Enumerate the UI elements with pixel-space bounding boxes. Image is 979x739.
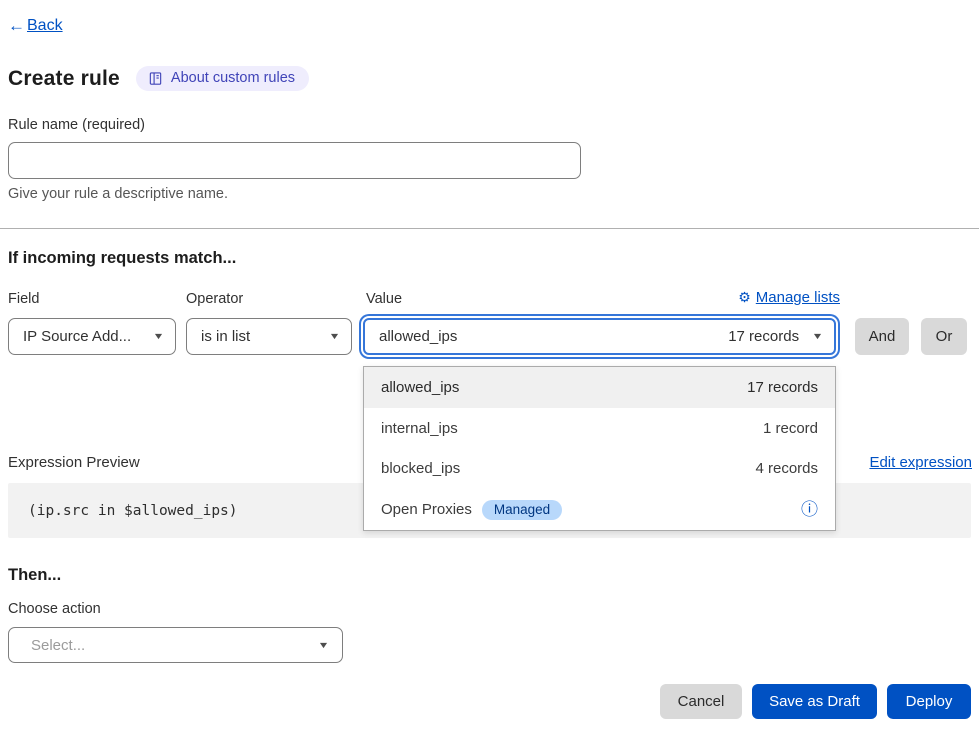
managed-badge: Managed bbox=[482, 500, 562, 520]
list-item-name: blocked_ips bbox=[381, 460, 460, 477]
back-link-label: Back bbox=[27, 17, 63, 35]
gear-icon: ⚙ bbox=[738, 289, 751, 306]
manage-lists-label: Manage lists bbox=[756, 289, 840, 306]
list-item-record-count: 1 record bbox=[763, 420, 818, 437]
info-icon[interactable]: ⓘ bbox=[801, 501, 818, 518]
operator-select-value: is in list bbox=[201, 328, 250, 345]
list-item-allowed-ips[interactable]: allowed_ips 17 records bbox=[364, 367, 835, 408]
edit-expression-link[interactable]: Edit expression bbox=[869, 454, 972, 471]
save-as-draft-button[interactable]: Save as Draft bbox=[752, 684, 877, 719]
action-select[interactable]: Select... ▼ bbox=[8, 627, 343, 663]
rule-name-label: Rule name (required) bbox=[8, 117, 145, 133]
title-row: Create rule About custom rules bbox=[8, 66, 309, 91]
value-select-value: allowed_ips bbox=[379, 328, 457, 345]
field-select-value: IP Source Add... bbox=[23, 328, 131, 345]
rule-name-helper: Give your rule a descriptive name. bbox=[8, 186, 228, 202]
chevron-down-icon: ▼ bbox=[329, 332, 341, 341]
value-select-record-count: 17 records bbox=[728, 328, 799, 345]
field-select[interactable]: IP Source Add... ▼ bbox=[8, 318, 176, 355]
back-link[interactable]: ←Back bbox=[8, 16, 63, 36]
then-section-heading: Then... bbox=[8, 566, 61, 585]
list-item-name: Open Proxies bbox=[381, 501, 472, 518]
chevron-down-icon: ▼ bbox=[153, 332, 165, 341]
rule-name-input[interactable] bbox=[8, 142, 581, 179]
page-title: Create rule bbox=[8, 67, 120, 91]
list-item-blocked-ips[interactable]: blocked_ips 4 records bbox=[364, 449, 835, 490]
list-item-record-count: 4 records bbox=[755, 460, 818, 477]
about-custom-rules-label: About custom rules bbox=[171, 70, 295, 86]
list-item-name: internal_ips bbox=[381, 420, 458, 437]
list-item-name: allowed_ips bbox=[381, 379, 459, 396]
manage-lists-link[interactable]: ⚙ Manage lists bbox=[363, 289, 840, 306]
match-section-heading: If incoming requests match... bbox=[8, 249, 236, 268]
section-divider bbox=[0, 228, 979, 229]
list-item-open-proxies[interactable]: Open Proxies Managed ⓘ bbox=[364, 489, 835, 530]
or-button[interactable]: Or bbox=[921, 318, 967, 355]
create-rule-page: ←Back Create rule About custom rules Rul… bbox=[0, 0, 979, 739]
operator-select[interactable]: is in list ▼ bbox=[186, 318, 352, 355]
about-custom-rules-link[interactable]: About custom rules bbox=[136, 66, 309, 91]
operator-label: Operator bbox=[186, 291, 243, 307]
book-icon bbox=[148, 71, 163, 86]
chevron-down-icon: ▼ bbox=[812, 332, 824, 341]
list-item-internal-ips[interactable]: internal_ips 1 record bbox=[364, 408, 835, 449]
action-select-placeholder: Select... bbox=[31, 637, 85, 654]
deploy-button[interactable]: Deploy bbox=[887, 684, 971, 719]
field-label: Field bbox=[8, 291, 39, 307]
choose-action-label: Choose action bbox=[8, 601, 101, 617]
chevron-down-icon: ▼ bbox=[318, 641, 330, 650]
list-dropdown: allowed_ips 17 records internal_ips 1 re… bbox=[363, 366, 836, 531]
cancel-button[interactable]: Cancel bbox=[660, 684, 742, 719]
back-arrow-icon: ← bbox=[8, 16, 25, 36]
expression-code: (ip.src in $allowed_ips) bbox=[28, 503, 238, 519]
value-select[interactable]: allowed_ips 17 records ▼ bbox=[363, 318, 836, 355]
and-button[interactable]: And bbox=[855, 318, 909, 355]
list-item-record-count: 17 records bbox=[747, 379, 818, 396]
expression-preview-label: Expression Preview bbox=[8, 454, 140, 471]
